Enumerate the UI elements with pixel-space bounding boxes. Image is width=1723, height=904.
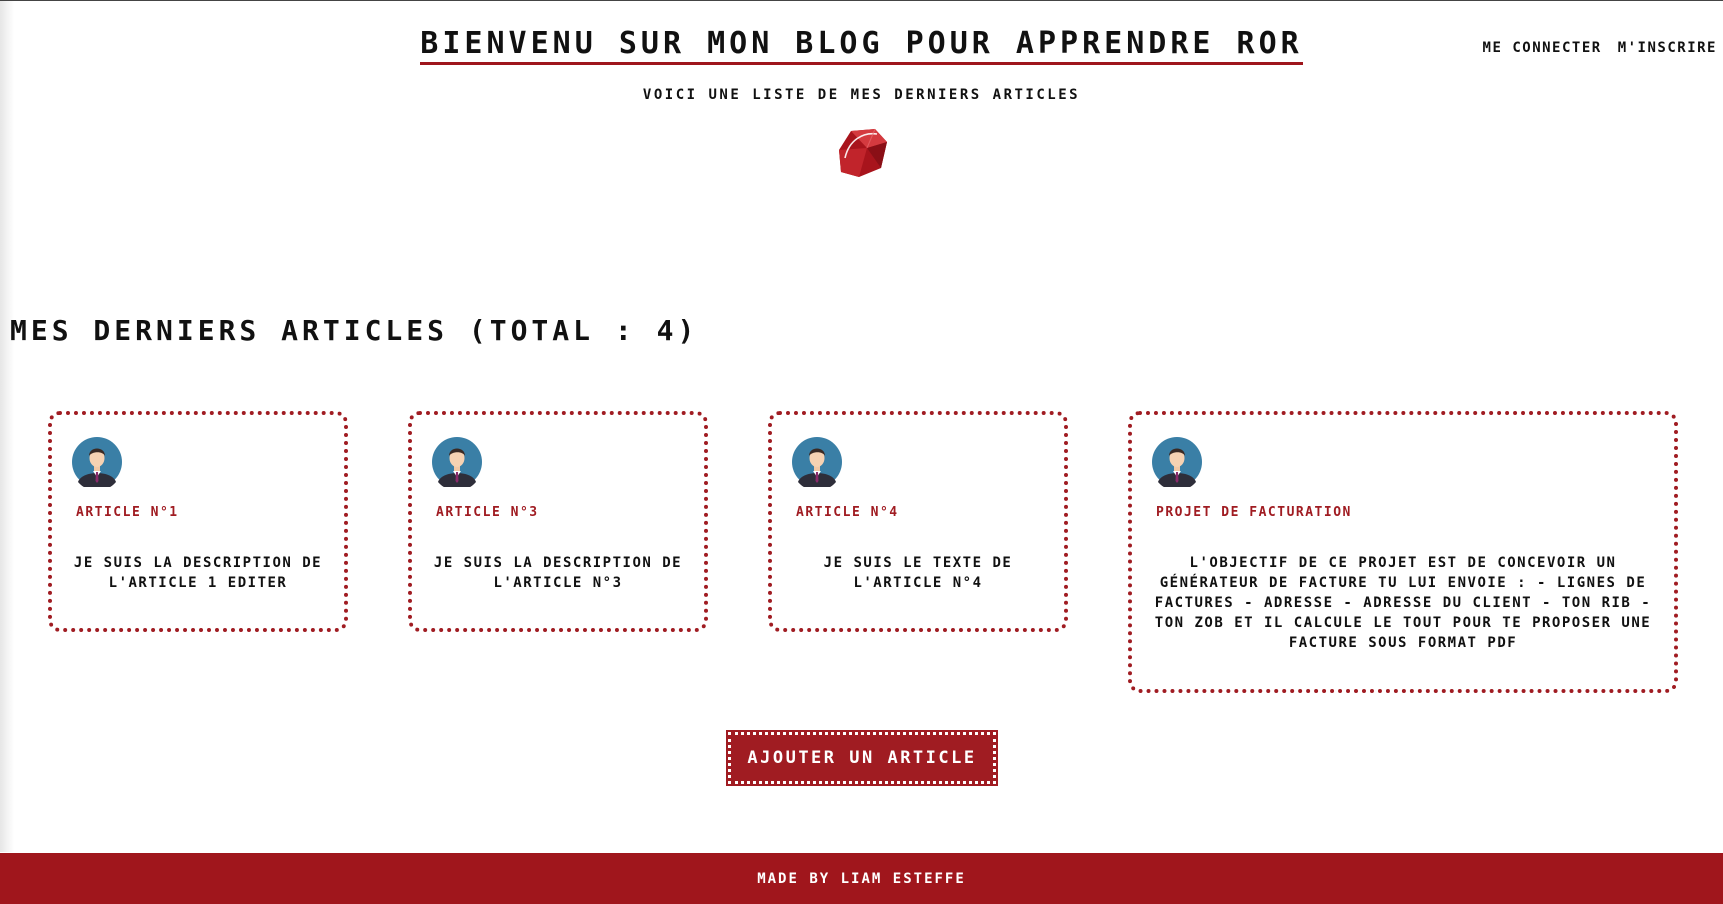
article-description: Je suis le texte de l'article n°4 [823,555,1013,591]
site-title: Bienvenu sur mon blog pour apprendre RoR [0,26,1723,65]
article-title[interactable]: Projet de facturation [1156,505,1352,520]
signup-link[interactable]: M'inscrire [1618,40,1717,56]
section-title: Mes derniers articles (Total : 4) [10,314,699,347]
footer-credit: Made by Liam Esteffe [757,870,966,887]
footer: Made by Liam Esteffe [0,853,1723,904]
article-card[interactable]: Article n°1 Je suis la description de l'… [48,411,348,632]
ruby-gem-icon [839,128,887,177]
login-link[interactable]: Me connecter [1483,40,1602,56]
add-article-button[interactable]: Ajouter un article [726,730,998,786]
article-title[interactable]: Article n°1 [76,505,179,520]
user-avatar-icon [72,437,122,487]
page-subtitle: Voici une liste de mes derniers articles [642,87,1081,103]
article-card[interactable]: Article n°3 Je suis la description de l'… [408,411,708,632]
left-shadow [0,0,14,852]
article-title[interactable]: Article n°3 [436,505,539,520]
auth-nav: Me connecter M'inscrire [1483,40,1717,56]
user-avatar-icon [432,437,482,487]
article-card[interactable]: Article n°4 Je suis le texte de l'articl… [768,411,1068,632]
top-border [0,0,1723,1]
site-title-text: Bienvenu sur mon blog pour apprendre RoR [420,26,1303,65]
user-avatar-icon [792,437,842,487]
user-avatar-icon [1152,437,1202,487]
article-description: L'objectif de ce projet est de concevoir… [1154,555,1652,651]
article-description: Je suis la description de l'article 1 ed… [73,555,323,591]
article-title[interactable]: Article n°4 [796,505,899,520]
article-card[interactable]: Projet de facturation L'objectif de ce p… [1128,411,1678,693]
article-description: Je suis la description de l'article n°3 [433,555,683,591]
